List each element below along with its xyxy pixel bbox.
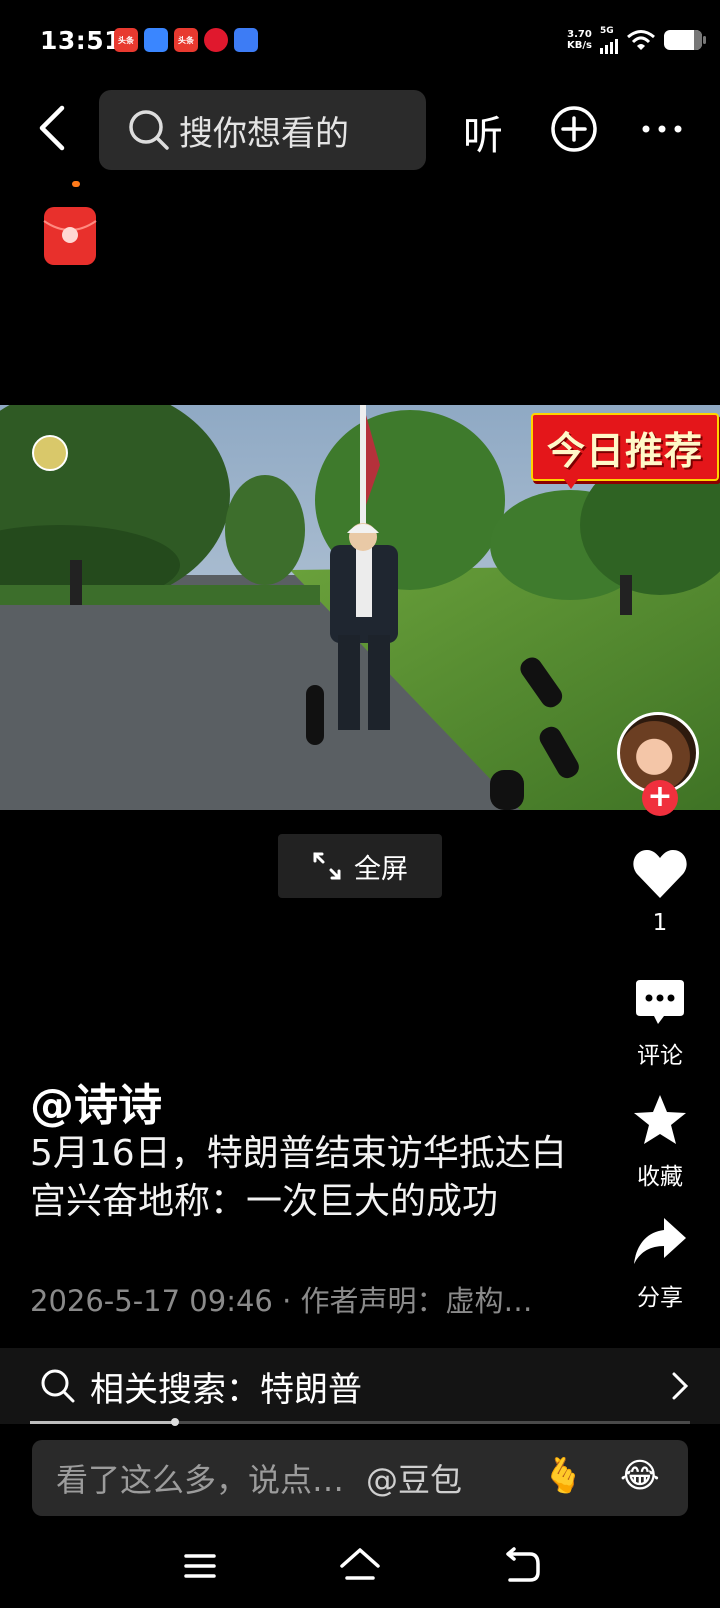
fullscreen-label: 全屏 xyxy=(354,853,408,885)
heart-icon xyxy=(633,850,687,898)
post-username[interactable]: @诗诗 xyxy=(30,1069,162,1133)
toutiao-lite-icon: 头条 xyxy=(114,28,138,52)
listen-button[interactable]: 听 xyxy=(463,103,503,161)
cell-signal: 5G xyxy=(600,26,618,54)
search-input[interactable]: 搜你想看的 xyxy=(99,90,426,170)
post-caption: 5月16日，特朗普结束访华抵达白宫兴奋地称：一次巨大的成功 xyxy=(30,1133,567,1222)
comment-placeholder: 看了这么多，说点… xyxy=(56,1461,345,1499)
net-speed: 3.70 KB/s xyxy=(567,29,592,51)
share-button[interactable]: 分享 xyxy=(615,1216,705,1312)
follow-plus-button[interactable]: + xyxy=(642,780,678,816)
search-icon xyxy=(41,1369,75,1403)
more-options-icon[interactable] xyxy=(640,119,684,139)
wifi-icon xyxy=(627,30,655,50)
channel-logo-icon xyxy=(32,435,68,471)
post-meta: 2026-5-17 09:46 · 作者声明：虚构… xyxy=(30,1284,533,1318)
search-icon xyxy=(129,110,169,150)
progress-fill xyxy=(30,1421,176,1424)
notification-icons: 头条 头条 xyxy=(114,28,258,52)
mention-doubao[interactable]: @豆包 xyxy=(366,1455,462,1501)
related-search-text: 相关搜索：特朗普 xyxy=(90,1369,362,1410)
laughing-emoji[interactable]: 😂 xyxy=(620,1456,660,1496)
comment-icon xyxy=(636,980,684,1024)
menu-icon[interactable] xyxy=(178,1544,222,1588)
gift-app-icon xyxy=(204,28,228,52)
status-bar: 13:51 头条 头条 3.70 KB/s 5G xyxy=(0,0,720,84)
signal-bars-icon xyxy=(600,36,618,54)
finger-heart-emoji[interactable]: 🫰 xyxy=(542,1456,584,1496)
comment-input[interactable]: 看了这么多，说点… @豆包 🫰 😂 xyxy=(32,1440,688,1516)
toutiao-icon: 头条 xyxy=(174,28,198,52)
fullscreen-button[interactable]: 全屏 xyxy=(278,834,442,898)
share-arrow-icon xyxy=(634,1218,686,1264)
network-type: 5G xyxy=(600,26,614,36)
net-speed-value: 3.70 xyxy=(567,29,592,40)
system-indicators: 3.70 KB/s 5G xyxy=(567,26,706,54)
back-nav-icon[interactable] xyxy=(500,1544,544,1588)
red-packet-icon[interactable] xyxy=(42,205,98,267)
home-icon[interactable] xyxy=(338,1544,382,1588)
favorite-label: 收藏 xyxy=(637,1164,683,1190)
notification-dot xyxy=(72,181,80,187)
back-arrow-icon[interactable] xyxy=(30,102,74,154)
search-placeholder: 搜你想看的 xyxy=(179,113,349,154)
progress-knob[interactable] xyxy=(171,1418,180,1426)
star-icon xyxy=(634,1095,686,1144)
like-count: 1 xyxy=(652,910,668,936)
favorite-button[interactable]: 收藏 xyxy=(615,1093,705,1191)
badge-text: 今日推荐 xyxy=(546,428,703,473)
related-search-bar[interactable]: 相关搜索：特朗普 xyxy=(0,1348,720,1424)
today-recommend-badge: 今日推荐 xyxy=(531,408,719,489)
share-label: 分享 xyxy=(637,1285,683,1311)
comment-button[interactable]: 评论 xyxy=(615,978,705,1070)
add-icon[interactable] xyxy=(550,105,598,153)
video-progress-bar[interactable] xyxy=(30,1418,690,1426)
clock: 13:51 xyxy=(40,26,123,55)
comment-label: 评论 xyxy=(637,1043,683,1069)
file-app-icon xyxy=(144,28,168,52)
like-button[interactable]: 1 xyxy=(615,848,705,936)
net-speed-unit: KB/s xyxy=(567,40,592,51)
battery-icon xyxy=(664,30,706,50)
browser-app-icon xyxy=(234,28,258,52)
expand-icon xyxy=(313,852,341,880)
chevron-right-icon xyxy=(672,1372,689,1400)
